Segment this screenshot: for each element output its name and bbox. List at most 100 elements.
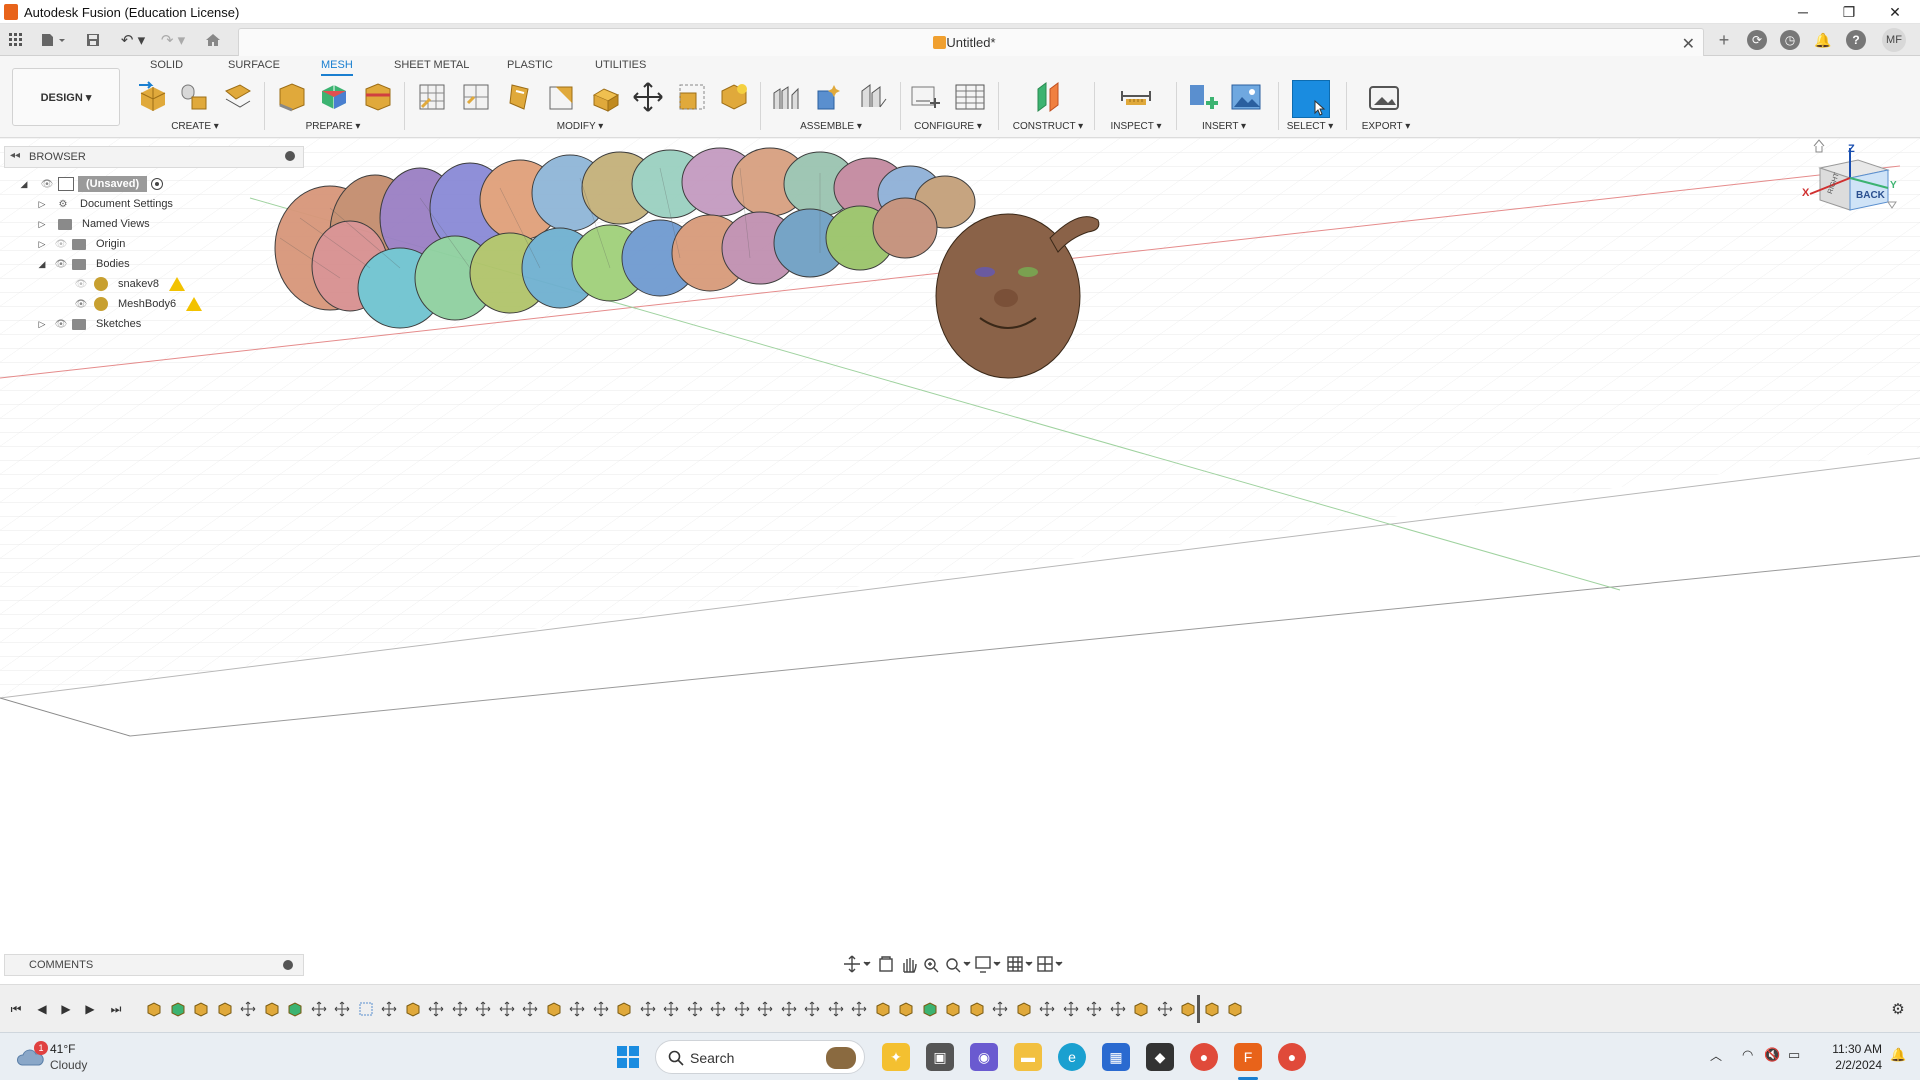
- create-primitive-icon[interactable]: [178, 81, 210, 113]
- expand-triangle-icon[interactable]: ▷: [36, 318, 48, 330]
- copilot-app-icon[interactable]: ✦: [882, 1043, 910, 1071]
- tree-item-document-settings[interactable]: ▷ ⚙ Document Settings: [36, 194, 318, 214]
- offset-plane-icon[interactable]: [1032, 81, 1064, 113]
- tab-utilities[interactable]: UTILITIES: [595, 59, 646, 71]
- inspect-menu[interactable]: INSPECT ▾: [1098, 121, 1174, 132]
- browser-panel-header[interactable]: ◂◂ BROWSER: [4, 146, 304, 168]
- export-menu[interactable]: EXPORT ▾: [1348, 121, 1424, 132]
- prepare-menu[interactable]: PREPARE ▾: [298, 121, 368, 132]
- select-menu[interactable]: SELECT ▾: [1272, 121, 1348, 132]
- scale-icon[interactable]: [676, 81, 708, 113]
- remesh-icon[interactable]: [416, 81, 448, 113]
- timeline-move-feature-icon[interactable]: [569, 1001, 585, 1017]
- tree-item-sketches[interactable]: ▷ 👁 Sketches: [36, 314, 318, 334]
- assemble-menu[interactable]: ASSEMBLE ▾: [793, 121, 869, 132]
- create-face-group-icon[interactable]: [222, 81, 254, 113]
- browser-pin-icon[interactable]: [285, 151, 295, 161]
- export-capture-image-icon[interactable]: [1368, 81, 1400, 113]
- timeline-move-feature-icon[interactable]: [334, 1001, 350, 1017]
- chrome-icon[interactable]: ●: [1190, 1043, 1218, 1071]
- tree-item-snakev8[interactable]: 👁 snakev8: [74, 274, 318, 294]
- erase-and-fill-icon[interactable]: [504, 81, 536, 113]
- wifi-icon[interactable]: ◠: [1742, 1047, 1753, 1063]
- home-icon[interactable]: [202, 29, 224, 51]
- fusion-taskbar-icon[interactable]: F: [1234, 1043, 1262, 1071]
- timeline-move-feature-icon[interactable]: [311, 1001, 327, 1017]
- tree-item-named-views[interactable]: ▷ Named Views: [36, 214, 318, 234]
- smooth-icon[interactable]: [546, 81, 578, 113]
- insert-derive-icon[interactable]: [1188, 81, 1220, 113]
- timeline-mesh-feature-icon[interactable]: [875, 1001, 891, 1017]
- expand-triangle-icon[interactable]: ▷: [36, 238, 48, 250]
- change-parameters-icon[interactable]: [910, 81, 942, 113]
- undo-icon[interactable]: ↶ ▾: [116, 29, 150, 51]
- timeline-move-feature-icon[interactable]: [240, 1001, 256, 1017]
- measure-icon[interactable]: [1120, 81, 1152, 113]
- warning-icon[interactable]: [168, 277, 185, 291]
- timeline-move-feature-icon[interactable]: [1063, 1001, 1079, 1017]
- timeline-mesh-feature-icon[interactable]: [969, 1001, 985, 1017]
- tab-surface[interactable]: SURFACE: [228, 59, 280, 71]
- maximize-button[interactable]: ❐: [1826, 0, 1872, 24]
- hidden-eye-icon[interactable]: 👁: [74, 277, 88, 291]
- collapse-triangle-icon[interactable]: ◢: [18, 178, 30, 190]
- expand-triangle-icon[interactable]: ▷: [36, 198, 48, 210]
- timeline-mesh-feature-icon[interactable]: [287, 1001, 303, 1017]
- timeline-move-feature-icon[interactable]: [640, 1001, 656, 1017]
- notifications-icon[interactable]: 🔔: [1813, 30, 1833, 50]
- tab-mesh[interactable]: MESH: [321, 59, 353, 76]
- unity-hub-icon[interactable]: ◆: [1146, 1043, 1174, 1071]
- construct-menu[interactable]: CONSTRUCT ▾: [1010, 121, 1086, 132]
- create-menu[interactable]: CREATE ▾: [160, 121, 230, 132]
- clock-time[interactable]: 11:30 AM: [1818, 1042, 1882, 1056]
- timeline-move-feature-icon[interactable]: [804, 1001, 820, 1017]
- timeline-move-feature-icon[interactable]: [522, 1001, 538, 1017]
- shell-icon[interactable]: [590, 81, 622, 113]
- timeline-move-feature-icon[interactable]: [663, 1001, 679, 1017]
- timeline-move-feature-icon[interactable]: [757, 1001, 773, 1017]
- timeline-mesh-feature-icon[interactable]: [922, 1001, 938, 1017]
- collapse-browser-icon[interactable]: ◂◂: [10, 150, 20, 161]
- timeline-mesh-feature-icon[interactable]: [1227, 1001, 1243, 1017]
- generate-face-groups-icon[interactable]: [276, 81, 308, 113]
- play-icon[interactable]: ▶: [58, 1001, 74, 1017]
- save-icon[interactable]: [82, 29, 104, 51]
- timeline-move-feature-icon[interactable]: [1039, 1001, 1055, 1017]
- visibility-eye-icon[interactable]: 👁: [40, 177, 54, 191]
- help-icon[interactable]: ?: [1846, 30, 1866, 50]
- warning-icon[interactable]: [186, 297, 203, 311]
- timeline-move-feature-icon[interactable]: [1110, 1001, 1126, 1017]
- tree-root[interactable]: ◢ 👁 (Unsaved): [18, 174, 318, 194]
- timeline-move-feature-icon[interactable]: [828, 1001, 844, 1017]
- as-built-joint-icon[interactable]: [858, 81, 890, 113]
- tab-solid[interactable]: SOLID: [150, 59, 183, 71]
- weather-widget[interactable]: 1: [16, 1041, 48, 1069]
- extensions-icon[interactable]: ⟳: [1747, 30, 1767, 50]
- timeline-mesh-feature-icon[interactable]: [546, 1001, 562, 1017]
- step-forward-icon[interactable]: ▶: [82, 1001, 98, 1017]
- edge-browser-icon[interactable]: e: [1058, 1043, 1086, 1071]
- timeline-move-feature-icon[interactable]: [428, 1001, 444, 1017]
- timeline-mesh-feature-icon[interactable]: [616, 1001, 632, 1017]
- timeline-sketch-feature-icon[interactable]: [358, 1001, 374, 1017]
- timeline-mesh-feature-icon[interactable]: [1133, 1001, 1149, 1017]
- timeline-mesh-feature-icon[interactable]: [898, 1001, 914, 1017]
- apps-grid-icon[interactable]: [5, 29, 27, 51]
- select-button[interactable]: [1292, 80, 1330, 118]
- timeline-move-feature-icon[interactable]: [452, 1001, 468, 1017]
- collapse-triangle-icon[interactable]: ◢: [36, 258, 48, 270]
- plane-cut-icon[interactable]: [718, 81, 750, 113]
- taskbar-search[interactable]: Search: [655, 1040, 865, 1074]
- minimize-button[interactable]: ─: [1780, 0, 1826, 24]
- reduce-icon[interactable]: [460, 81, 492, 113]
- timeline-move-feature-icon[interactable]: [381, 1001, 397, 1017]
- visibility-eye-icon[interactable]: 👁: [74, 297, 88, 311]
- timeline-move-feature-icon[interactable]: [710, 1001, 726, 1017]
- insert-menu[interactable]: INSERT ▾: [1186, 121, 1262, 132]
- document-tab[interactable]: Untitled* ✕: [238, 28, 1704, 56]
- timeline-move-feature-icon[interactable]: [593, 1001, 609, 1017]
- timeline-mesh-feature-icon[interactable]: [217, 1001, 233, 1017]
- timeline-move-feature-icon[interactable]: [781, 1001, 797, 1017]
- configuration-table-icon[interactable]: [954, 81, 986, 113]
- clock-date[interactable]: 2/2/2024: [1818, 1058, 1882, 1072]
